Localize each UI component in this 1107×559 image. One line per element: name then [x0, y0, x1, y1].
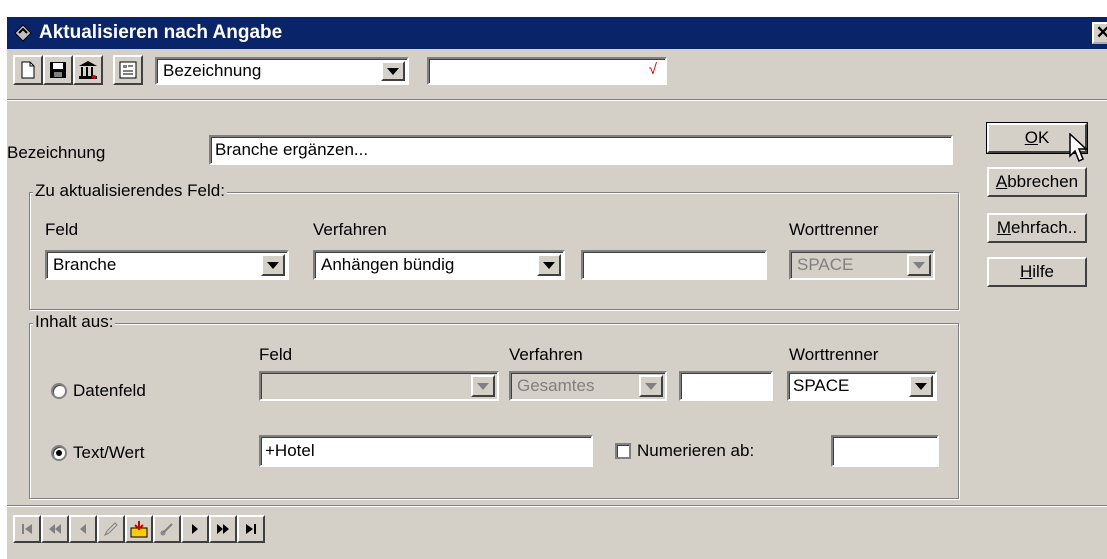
- content-verfahren-select: Gesamtes: [509, 371, 667, 401]
- content-worttrenner-value: SPACE: [793, 376, 850, 395]
- last-record-icon[interactable]: [237, 515, 265, 543]
- numerieren-label[interactable]: Numerieren ab:: [637, 441, 754, 461]
- previous-page-icon: [41, 515, 69, 543]
- mehrfach-button[interactable]: Mehrfach..: [987, 213, 1087, 243]
- textwert-input[interactable]: +Hotel: [259, 435, 593, 467]
- content-feld-select: [259, 371, 499, 401]
- chevron-down-icon[interactable]: [537, 254, 561, 276]
- window-title: Aktualisieren nach Angabe: [39, 22, 283, 43]
- update-verfahren-select[interactable]: Anhängen bündig: [313, 250, 565, 280]
- content-worttrenner-label: Worttrenner: [789, 345, 879, 364]
- nav-separator: [7, 505, 1107, 507]
- ok-button-label: OK: [1024, 128, 1050, 147]
- cancel-button[interactable]: Abbrechen: [987, 167, 1087, 197]
- chevron-down-icon[interactable]: [261, 254, 285, 276]
- update-field-group-title: Zu aktualisierendes Feld:: [33, 181, 227, 201]
- update-feld-label: Feld: [45, 220, 79, 239]
- save-icon[interactable]: [43, 55, 73, 85]
- chevron-down-icon[interactable]: [381, 61, 405, 81]
- cancel-button-label: Abbrechen: [995, 172, 1079, 191]
- content-feld-label: Feld: [259, 345, 293, 364]
- content-worttrenner-select[interactable]: SPACE: [787, 371, 937, 401]
- mouse-cursor-icon: [1069, 133, 1088, 163]
- radio-selected-dot: [56, 450, 62, 456]
- app-icon: [13, 23, 33, 43]
- properties-icon[interactable]: [113, 55, 143, 85]
- chevron-down-icon: [639, 375, 663, 397]
- numerieren-checkbox[interactable]: [615, 443, 631, 459]
- content-verfahren-label: Verfahren: [509, 345, 583, 364]
- mehrfach-button-label: Mehrfach..: [996, 218, 1078, 237]
- field-select[interactable]: Bezeichnung: [155, 57, 409, 85]
- update-worttrenner-label: Worttrenner: [789, 220, 879, 239]
- update-worttrenner-select: SPACE: [789, 250, 935, 280]
- help-button-label: Hilfe: [1019, 262, 1054, 281]
- chevron-down-icon: [471, 375, 495, 397]
- edit-pencil-icon: [97, 515, 125, 543]
- update-worttrenner-value: SPACE: [797, 255, 854, 274]
- content-extra-input[interactable]: [679, 371, 773, 401]
- cut-record-icon: [153, 515, 181, 543]
- update-verfahren-label: Verfahren: [313, 220, 387, 239]
- next-record-icon[interactable]: [181, 515, 209, 543]
- close-button[interactable]: ✕: [1092, 22, 1107, 44]
- textwert-value: +Hotel: [265, 441, 315, 460]
- update-feld-select[interactable]: Branche: [45, 250, 289, 280]
- textwert-label[interactable]: Text/Wert: [73, 443, 144, 463]
- toolbar-separator: [7, 99, 1107, 101]
- previous-record-icon: [69, 515, 97, 543]
- new-document-icon[interactable]: [13, 55, 43, 85]
- insert-record-icon[interactable]: [125, 515, 153, 543]
- content-verfahren-value: Gesamtes: [517, 376, 595, 395]
- chevron-down-icon[interactable]: [909, 375, 933, 397]
- update-feld-value: Branche: [53, 255, 117, 274]
- numerieren-input[interactable]: [831, 435, 939, 467]
- datenfeld-radio[interactable]: [51, 383, 67, 399]
- dialog-window: Aktualisieren nach Angabe ✕ Bezeichnung …: [6, 16, 1107, 559]
- next-page-icon[interactable]: [209, 515, 237, 543]
- content-source-group-title: Inhalt aus:: [33, 312, 116, 332]
- help-button[interactable]: Hilfe: [987, 257, 1087, 287]
- bezeichnung-label: Bezeichnung: [7, 143, 106, 162]
- field-select-value: Bezeichnung: [163, 61, 262, 80]
- update-extra-input[interactable]: [581, 250, 767, 280]
- title-bar[interactable]: Aktualisieren nach Angabe ✕: [7, 17, 1107, 49]
- bezeichnung-input[interactable]: Branche ergänzen...: [209, 135, 953, 165]
- textwert-radio[interactable]: [51, 445, 67, 461]
- chevron-down-icon: [907, 254, 931, 276]
- check-icon[interactable]: √: [649, 61, 657, 78]
- search-input[interactable]: √: [427, 57, 667, 85]
- first-record-icon: [13, 515, 41, 543]
- delete-icon[interactable]: [73, 55, 103, 85]
- update-verfahren-value: Anhängen bündig: [321, 255, 455, 274]
- bezeichnung-value: Branche ergänzen...: [215, 140, 369, 159]
- datenfeld-label[interactable]: Datenfeld: [73, 381, 146, 401]
